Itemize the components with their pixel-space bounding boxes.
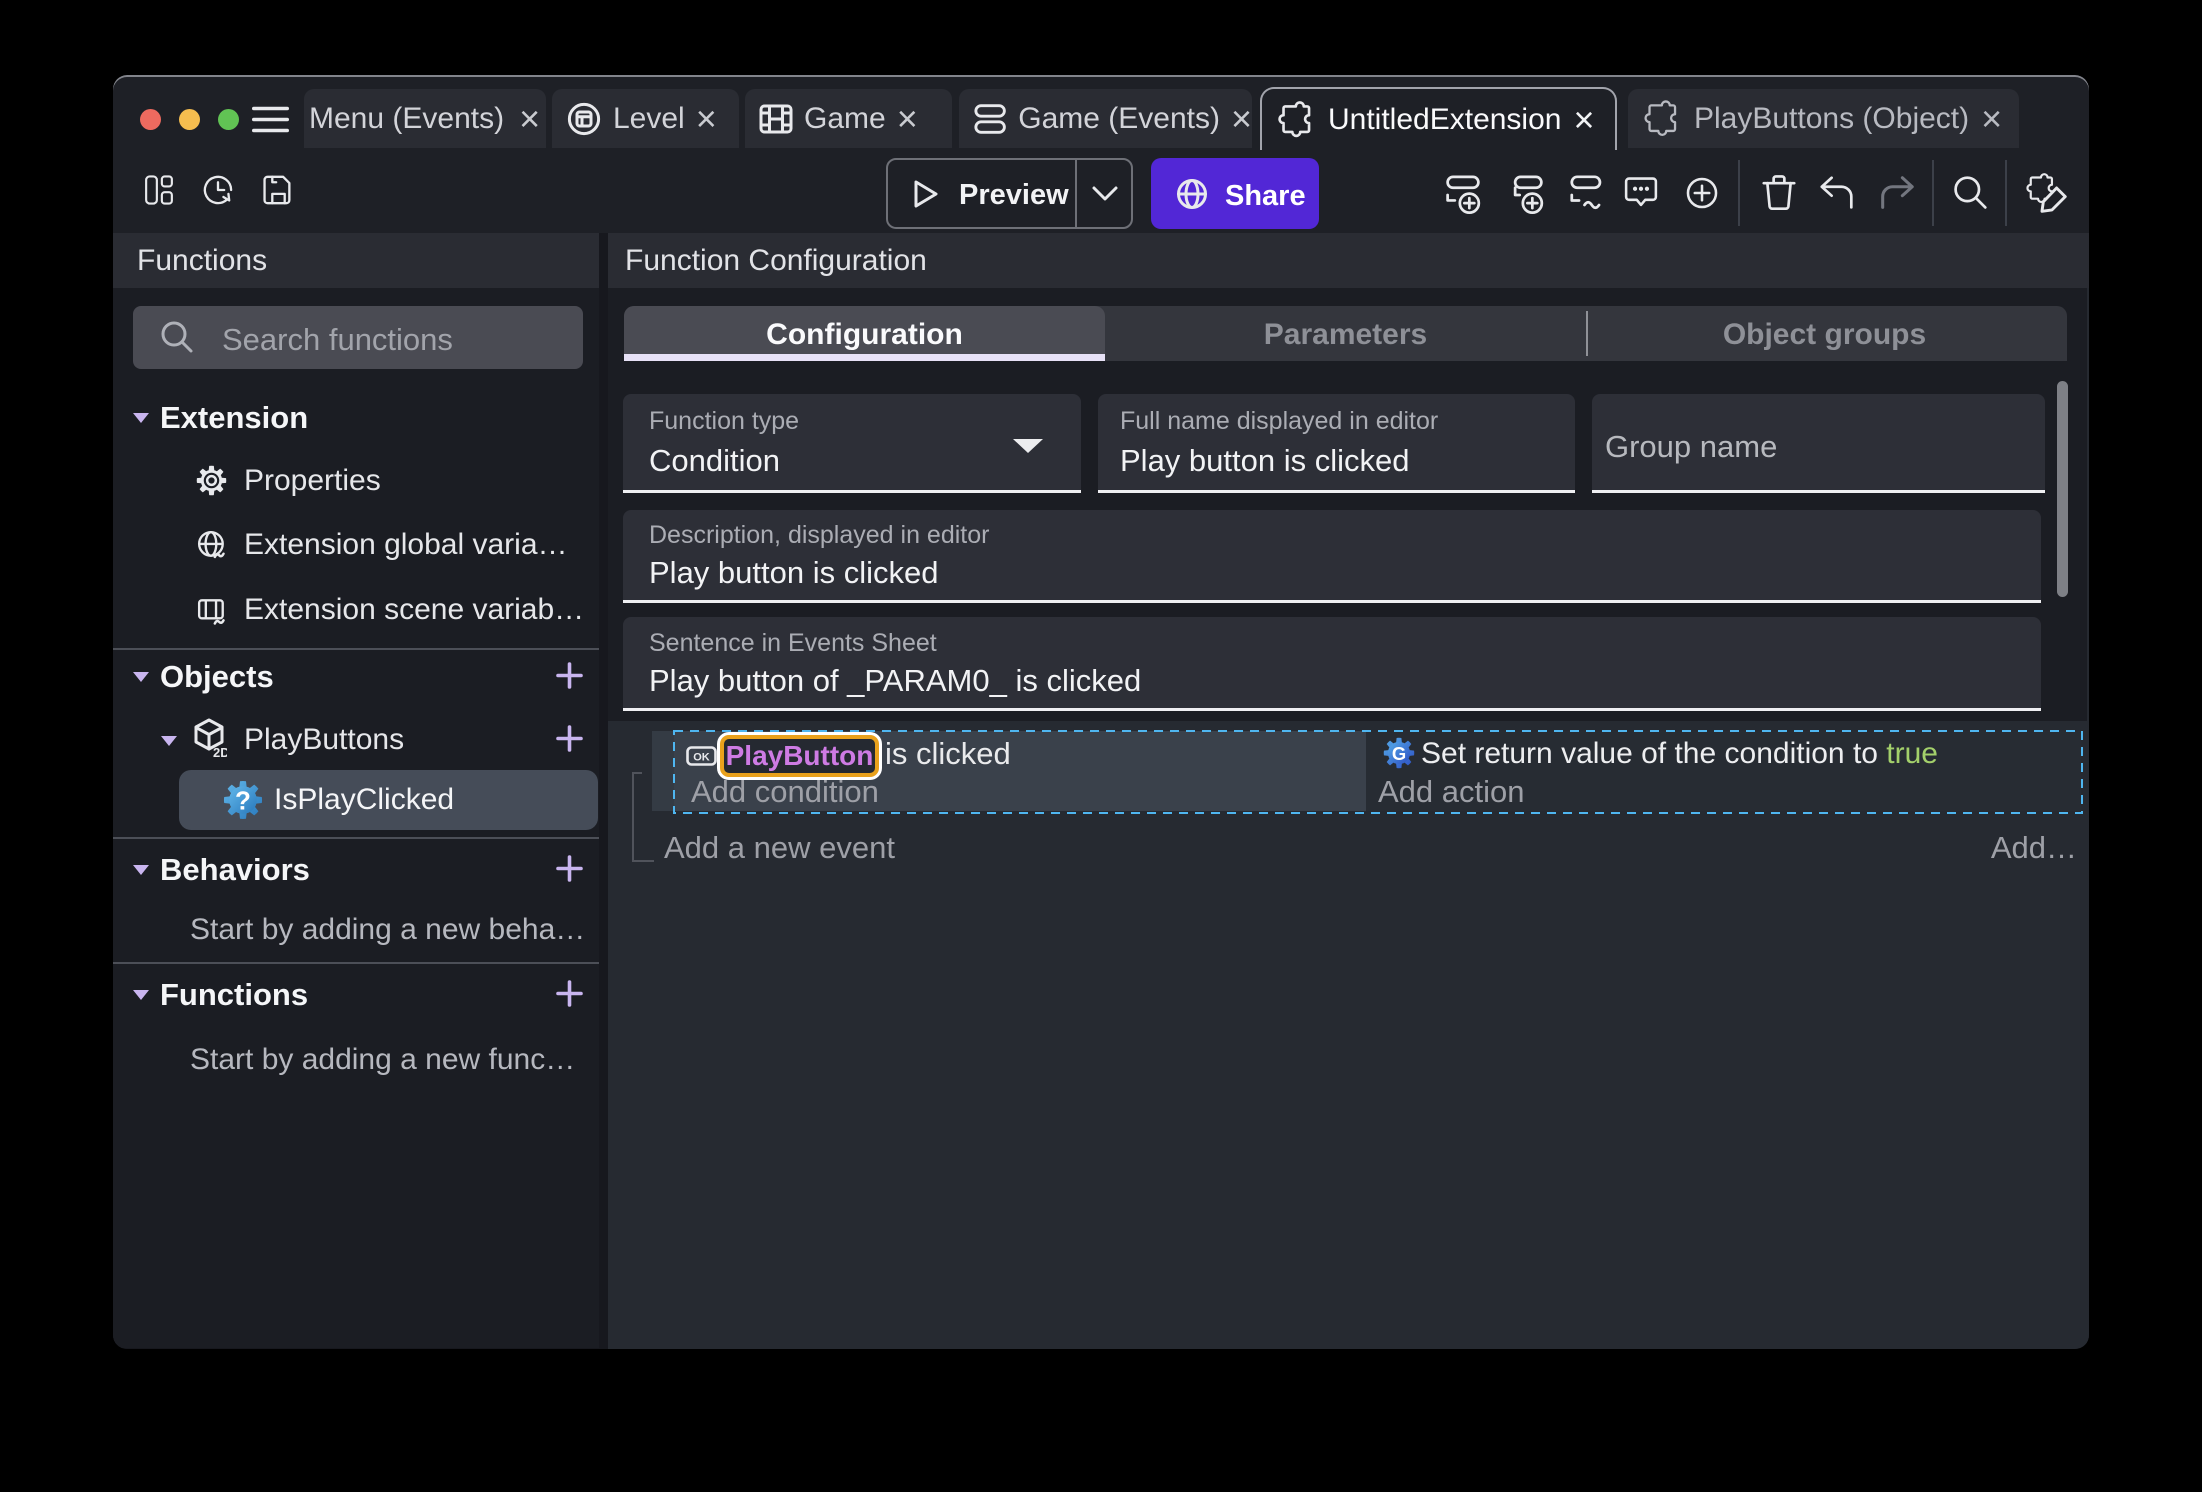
svg-text:2D: 2D [213, 745, 227, 758]
svg-text:OK: OK [693, 752, 710, 764]
svg-text:G: G [1392, 743, 1406, 764]
svg-text:?: ? [235, 786, 251, 816]
